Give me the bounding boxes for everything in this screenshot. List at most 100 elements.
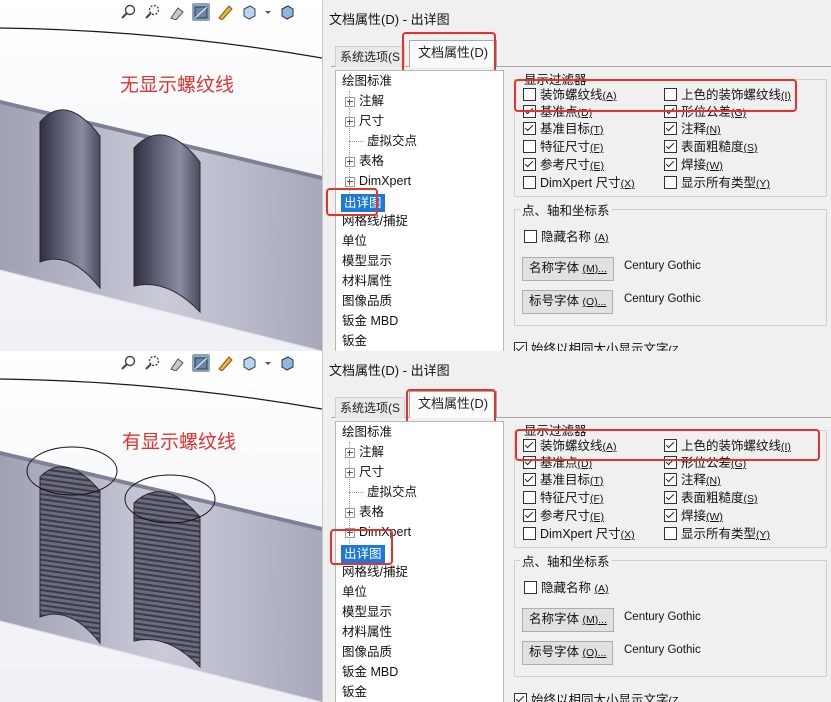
- section-view-icon[interactable]: [192, 354, 210, 372]
- checkbox-same-size-text[interactable]: 始终以相同大小显示文字(Z: [514, 692, 678, 702]
- checkbox[interactable]: [664, 527, 677, 540]
- part-model-threaded: [0, 351, 322, 702]
- checkbox-reference-dimensions[interactable]: 参考尺寸(E): [523, 508, 604, 525]
- section-view-icon[interactable]: [192, 3, 210, 21]
- tree-item-dimensions[interactable]: 尺寸: [345, 112, 384, 130]
- expand-icon[interactable]: [345, 156, 355, 167]
- tree-item-image-quality[interactable]: 图像品质: [342, 643, 392, 661]
- tree-item-units[interactable]: 单位: [342, 232, 367, 250]
- tree-item-grid-snap[interactable]: 网格线/捕捉: [342, 563, 408, 581]
- view-orientation-icon[interactable]: [240, 3, 258, 21]
- tree-item-tables[interactable]: 表格: [345, 503, 384, 521]
- checkbox[interactable]: [664, 491, 677, 504]
- tree-item-drafting-standard[interactable]: 绘图标准: [342, 423, 392, 441]
- previous-view-icon[interactable]: [168, 3, 186, 21]
- checkbox[interactable]: [664, 176, 677, 189]
- checkbox[interactable]: [523, 140, 536, 153]
- checkbox[interactable]: [664, 140, 677, 153]
- checkbox[interactable]: [523, 509, 536, 522]
- checkbox[interactable]: [664, 509, 677, 522]
- highlight-thread-checkboxes: [515, 429, 820, 461]
- checkbox[interactable]: [523, 158, 536, 171]
- tree-item-virtual-sharps[interactable]: 虚拟交点: [349, 483, 417, 501]
- graphics-viewport[interactable]: 有显示螺纹线: [0, 351, 322, 702]
- checkbox-welds[interactable]: 焊接(W): [664, 508, 723, 525]
- zoom-to-area-icon[interactable]: [144, 354, 162, 372]
- expand-icon[interactable]: [345, 96, 355, 107]
- checkbox[interactable]: [524, 230, 537, 243]
- zoom-to-fit-icon[interactable]: [120, 3, 138, 21]
- checkbox-display-all-types[interactable]: 显示所有类型(Y): [664, 175, 770, 192]
- checkbox-same-size-text[interactable]: 始终以相同大小显示文字(Z: [514, 341, 678, 351]
- expand-icon[interactable]: [345, 507, 355, 518]
- tree-item-model-display[interactable]: 模型显示: [342, 252, 392, 270]
- dynamic-annotation-icon[interactable]: [216, 3, 234, 21]
- label-font-button[interactable]: 标号字体 (O)...: [522, 641, 614, 665]
- checkbox[interactable]: [524, 581, 537, 594]
- checkbox-notes[interactable]: 注释(N): [664, 121, 721, 138]
- tree-item-sheet-metal-mbd[interactable]: 钣金 MBD: [342, 312, 398, 330]
- tree-item-annotations[interactable]: 注解: [345, 443, 384, 461]
- checkbox-feature-dimensions[interactable]: 特征尺寸(F): [523, 139, 603, 156]
- checkbox[interactable]: [664, 473, 677, 486]
- checkbox-datum-targets[interactable]: 基准目标(T): [523, 121, 603, 138]
- tree-item-material-properties[interactable]: 材料属性: [342, 623, 392, 641]
- highlight-tree-selection: [330, 529, 393, 565]
- tree-item-annotations[interactable]: 注解: [345, 92, 384, 110]
- dynamic-annotation-icon[interactable]: [216, 354, 234, 372]
- expand-icon[interactable]: [345, 116, 355, 127]
- display-style-icon[interactable]: [278, 3, 296, 21]
- graphics-viewport[interactable]: 无显示螺纹线: [0, 0, 322, 351]
- checkbox[interactable]: [664, 122, 677, 135]
- name-font-button[interactable]: 名称字体 (M)...: [522, 608, 614, 632]
- tree-item-model-display[interactable]: 模型显示: [342, 603, 392, 621]
- checkbox-datum-targets[interactable]: 基准目标(T): [523, 472, 603, 489]
- label-font-value: Century Gothic: [624, 293, 701, 305]
- tree-item-sheet-metal[interactable]: 钣金: [342, 683, 367, 701]
- checkbox-surface-finish[interactable]: 表面粗糙度(S): [664, 139, 758, 156]
- checkbox[interactable]: [514, 342, 527, 351]
- checkbox-surface-finish[interactable]: 表面粗糙度(S): [664, 490, 758, 507]
- expand-icon[interactable]: [345, 447, 355, 458]
- previous-view-icon[interactable]: [168, 354, 186, 372]
- checkbox-dimxpert-dimensions[interactable]: DimXpert 尺寸(X): [523, 526, 635, 543]
- checkbox-welds[interactable]: 焊接(W): [664, 157, 723, 174]
- checkbox[interactable]: [523, 122, 536, 135]
- dropdown-arrow-icon[interactable]: [264, 354, 272, 372]
- tree-item-image-quality[interactable]: 图像品质: [342, 292, 392, 310]
- expand-icon[interactable]: [345, 467, 355, 478]
- tree-item-material-properties[interactable]: 材料属性: [342, 272, 392, 290]
- checkbox[interactable]: [523, 491, 536, 504]
- zoom-to-area-icon[interactable]: [144, 3, 162, 21]
- tree-item-sheet-metal-mbd[interactable]: 钣金 MBD: [342, 663, 398, 681]
- checkbox-dimxpert-dimensions[interactable]: DimXpert 尺寸(X): [523, 175, 635, 192]
- dropdown-arrow-icon[interactable]: [264, 3, 272, 21]
- checkbox[interactable]: [664, 158, 677, 171]
- checkbox[interactable]: [514, 693, 527, 702]
- view-orientation-icon[interactable]: [240, 354, 258, 372]
- tree-item-tables[interactable]: 表格: [345, 152, 384, 170]
- checkbox-hide-names[interactable]: 隐藏名称 (A): [524, 229, 609, 246]
- tree-item-dimensions[interactable]: 尺寸: [345, 463, 384, 481]
- checkbox[interactable]: [523, 527, 536, 540]
- document-properties-dialog: 文档属性(D) - 出详图 系统选项(S 文档属性(D) 绘图标准 注解 尺寸 …: [322, 351, 831, 702]
- expand-icon[interactable]: [345, 176, 355, 187]
- checkbox-notes[interactable]: 注释(N): [664, 472, 721, 489]
- label-font-button[interactable]: 标号字体 (O)...: [522, 290, 614, 314]
- display-style-icon[interactable]: [278, 354, 296, 372]
- tree-item-virtual-sharps[interactable]: 虚拟交点: [349, 132, 417, 150]
- name-font-button[interactable]: 名称字体 (M)...: [522, 257, 614, 281]
- tree-item-units[interactable]: 单位: [342, 583, 367, 601]
- tab-system-options[interactable]: 系统选项(S: [335, 46, 406, 67]
- tab-system-options[interactable]: 系统选项(S: [335, 397, 406, 418]
- zoom-to-fit-icon[interactable]: [120, 354, 138, 372]
- checkbox[interactable]: [523, 176, 536, 189]
- checkbox-hide-names[interactable]: 隐藏名称 (A): [524, 580, 609, 597]
- tree-item-sheet-metal[interactable]: 钣金: [342, 332, 367, 350]
- checkbox-display-all-types[interactable]: 显示所有类型(Y): [664, 526, 770, 543]
- tree-item-drafting-standard[interactable]: 绘图标准: [342, 72, 392, 90]
- checkbox-feature-dimensions[interactable]: 特征尺寸(F): [523, 490, 603, 507]
- checkbox[interactable]: [523, 473, 536, 486]
- checkbox-reference-dimensions[interactable]: 参考尺寸(E): [523, 157, 604, 174]
- label-font-value: Century Gothic: [624, 644, 701, 656]
